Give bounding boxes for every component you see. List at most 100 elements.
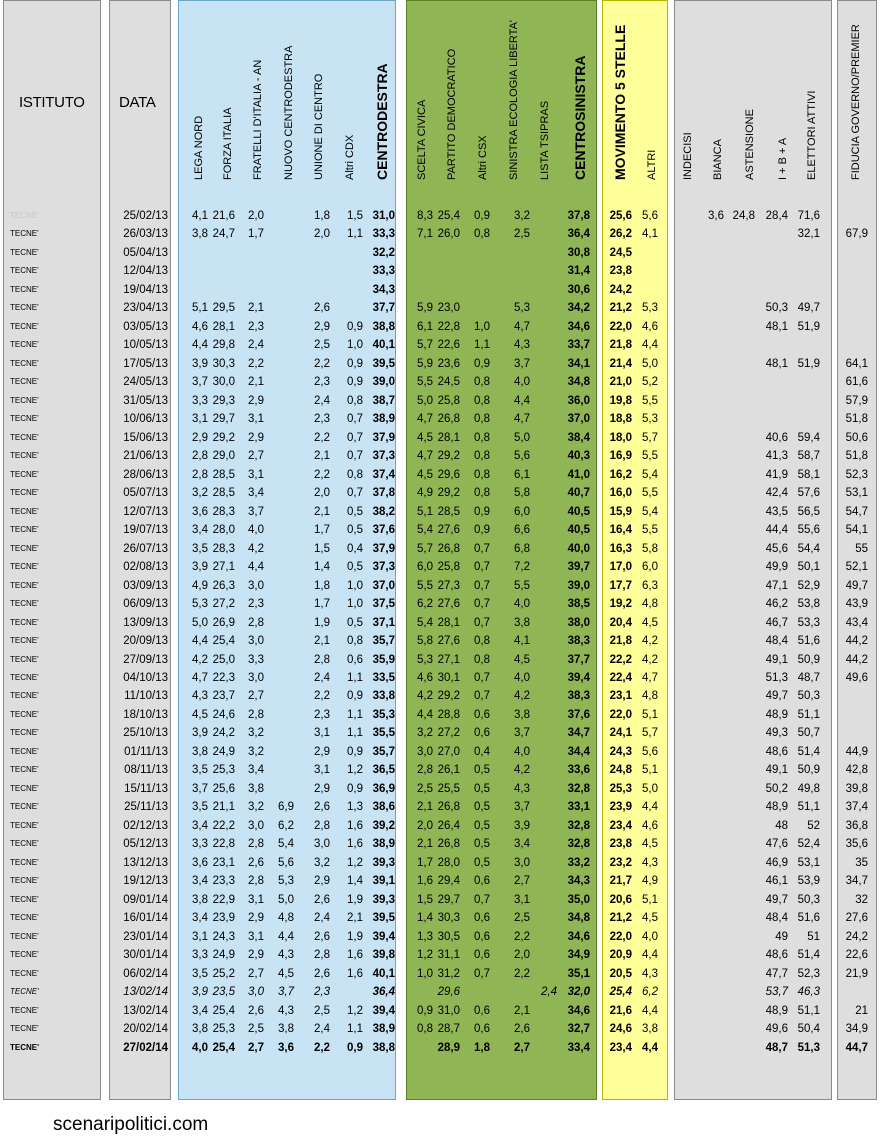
table-cell: 24,5 — [609, 246, 632, 259]
table-cell: 40,0 — [567, 542, 590, 555]
table-cell: 1,9 — [314, 616, 330, 629]
table-cell: 4,3 — [514, 339, 530, 352]
table-cell: 48,9 — [765, 1004, 788, 1017]
table-cell: 59,4 — [797, 431, 820, 444]
table-cell: 3,8 — [192, 893, 208, 906]
table-cell: 40,5 — [567, 505, 590, 518]
table-cell: 5,7 — [417, 339, 433, 352]
table-cell: 0,8 — [347, 468, 363, 481]
table-cell: 5,4 — [642, 505, 658, 518]
table-cell: 0,5 — [474, 782, 490, 795]
table-cell: 3,2 — [514, 210, 530, 222]
column-header: ASTENSIONE — [744, 109, 756, 180]
table-cell: 51,1 — [797, 1004, 820, 1017]
cell-data: 26/03/13 — [123, 228, 168, 241]
table-cell: 27,6 — [437, 598, 460, 611]
table-cell: 29,7 — [212, 413, 235, 426]
table-cell: 3,4 — [192, 1004, 208, 1017]
table-cell: 1,0 — [347, 579, 363, 592]
table-cell: 0,5 — [347, 561, 363, 574]
table-cell: 4,3 — [514, 782, 530, 795]
cell-data: 05/04/13 — [123, 246, 168, 259]
table-cell: 26,3 — [212, 579, 235, 592]
table-cell: 28,0 — [437, 856, 460, 869]
table-cell: 3,2 — [192, 487, 208, 500]
table-cell: 27,6 — [437, 524, 460, 537]
table-cell: 23,3 — [212, 875, 235, 888]
table-cell: 35,7 — [372, 635, 395, 648]
table-cell: 2,9 — [314, 745, 330, 758]
table-cell: 2,8 — [417, 764, 433, 777]
table-cell: 32,8 — [567, 838, 590, 851]
table-cell: 1,0 — [347, 598, 363, 611]
table-row: TECNE' 20/02/14 3,8 25,3 2,5 3,8 2,4 1,1 38,9 0,8… — [0, 1020, 880, 1038]
table-cell: 3,9 — [192, 986, 208, 999]
table-cell: 4,5 — [192, 708, 208, 721]
table-cell: 34,9 — [567, 949, 590, 962]
cell-istituto: TECNE' — [10, 414, 39, 424]
table-cell: 6,6 — [514, 524, 530, 537]
cell-data: 10/06/13 — [123, 413, 168, 426]
table-cell: 50,9 — [797, 653, 820, 666]
table-cell: 0,9 — [347, 745, 363, 758]
table-cell: 3,4 — [248, 764, 264, 777]
table-cell: 0,8 — [474, 635, 490, 648]
table-cell: 2,2 — [248, 357, 264, 370]
table-cell: 31,1 — [437, 949, 460, 962]
cell-istituto: TECNE' — [10, 802, 39, 812]
table-cell: 50,2 — [765, 782, 788, 795]
table-cell: 0,9 — [347, 782, 363, 795]
table-cell: 42,4 — [765, 487, 788, 500]
table-cell: 2,0 — [514, 949, 530, 962]
table-cell: 38,8 — [372, 1041, 395, 1054]
cell-data: 13/02/14 — [123, 986, 168, 999]
table-cell: 52,3 — [845, 468, 868, 481]
table-cell: 38,3 — [567, 690, 590, 703]
table-cell: 49,3 — [765, 727, 788, 740]
table-cell: 51 — [807, 930, 820, 943]
table-cell: 5,0 — [192, 616, 208, 629]
table-row: TECNE' 11/10/13 4,3 23,7 2,7 2,2 0,9 33,8 4,2 29,… — [0, 687, 880, 705]
table-cell: 0,9 — [347, 1041, 363, 1054]
table-cell: 51,8 — [845, 450, 868, 463]
cell-data: 02/12/13 — [123, 819, 168, 832]
table-cell: 21 — [855, 1004, 868, 1017]
cell-data: 19/12/13 — [123, 875, 168, 888]
table-cell: 37,7 — [567, 653, 590, 666]
table-cell: 30,6 — [567, 283, 590, 296]
table-row: TECNE' 21/06/13 2,8 29,0 2,7 2,1 0,7 37,3 4,7 29,… — [0, 447, 880, 465]
cell-istituto: TECNE' — [10, 636, 39, 646]
column-header: PARTITO DEMOCRATICO — [446, 48, 458, 180]
cell-istituto: TECNE' — [10, 469, 39, 479]
table-cell: 35,7 — [372, 745, 395, 758]
table-cell: 4,4 — [248, 561, 264, 574]
table-cell: 0,8 — [474, 653, 490, 666]
table-cell: 29,7 — [437, 893, 460, 906]
table-cell: 41,9 — [765, 468, 788, 481]
table-cell: 27,6 — [437, 635, 460, 648]
table-cell: 71,6 — [797, 210, 820, 222]
table-cell: 0,5 — [474, 801, 490, 814]
table-cell: 1,1 — [347, 727, 363, 740]
table-cell: 3,1 — [514, 893, 530, 906]
table-cell: 54,4 — [797, 542, 820, 555]
table-cell: 3,4 — [514, 838, 530, 851]
table-cell: 3,1 — [314, 764, 330, 777]
table-cell: 38,2 — [372, 505, 395, 518]
table-cell: 6,2 — [642, 986, 658, 999]
table-cell: 0,5 — [347, 524, 363, 537]
table-cell: 2,6 — [314, 893, 330, 906]
table-cell: 44,9 — [845, 745, 868, 758]
table-cell: 40,7 — [567, 487, 590, 500]
table-cell: 29,8 — [212, 339, 235, 352]
table-cell: 38,3 — [567, 635, 590, 648]
table-cell: 2,3 — [314, 986, 330, 999]
table-cell: 0,6 — [474, 930, 490, 943]
table-cell: 37,1 — [372, 616, 395, 629]
table-cell: 0,6 — [474, 708, 490, 721]
table-cell: 2,6 — [314, 302, 330, 315]
table-cell: 26,9 — [212, 616, 235, 629]
table-cell: 6,2 — [278, 819, 294, 832]
table-cell: 52,1 — [845, 561, 868, 574]
table-row: TECNE' 02/12/13 3,4 22,2 3,0 6,2 2,8 1,6 39,2 2,0… — [0, 817, 880, 835]
